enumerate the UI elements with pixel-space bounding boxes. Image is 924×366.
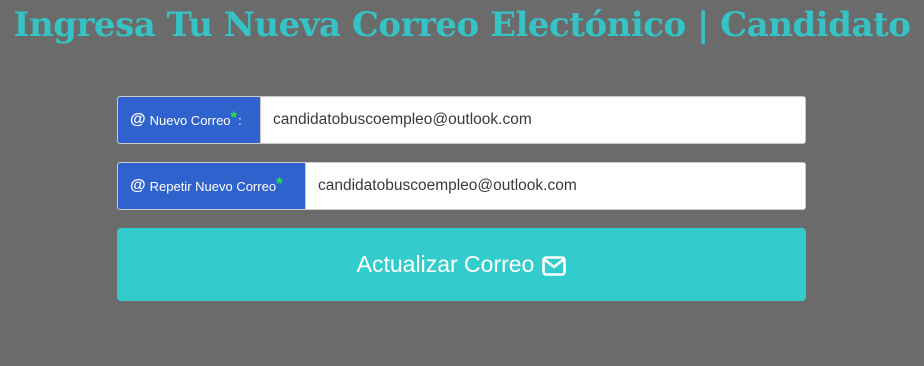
envelope-icon xyxy=(542,255,567,276)
new-email-label-text: Nuevo Correo xyxy=(149,112,231,128)
required-mark: * xyxy=(230,107,238,127)
new-email-group: @ Nuevo Correo * : xyxy=(117,96,806,144)
update-email-button-label: Actualizar Correo xyxy=(356,251,535,277)
new-email-label: @ Nuevo Correo * : xyxy=(118,97,261,143)
update-email-button[interactable]: Actualizar Correo xyxy=(117,228,806,301)
required-mark: * xyxy=(276,173,283,193)
repeat-email-label-text: Repetir Nuevo Correo xyxy=(149,178,277,194)
page-title: Ingresa Tu Nueva Correo Electónico | Can… xyxy=(13,5,911,45)
at-icon: @ xyxy=(130,111,146,128)
repeat-email-input[interactable] xyxy=(306,163,805,209)
repeat-email-group: @ Repetir Nuevo Correo * xyxy=(117,162,806,210)
label-colon: : xyxy=(238,112,242,128)
update-email-page: Ingresa Tu Nueva Correo Electónico | Can… xyxy=(0,0,924,366)
new-email-input[interactable] xyxy=(261,97,805,143)
repeat-email-label: @ Repetir Nuevo Correo * xyxy=(118,163,306,209)
at-icon: @ xyxy=(130,177,146,194)
